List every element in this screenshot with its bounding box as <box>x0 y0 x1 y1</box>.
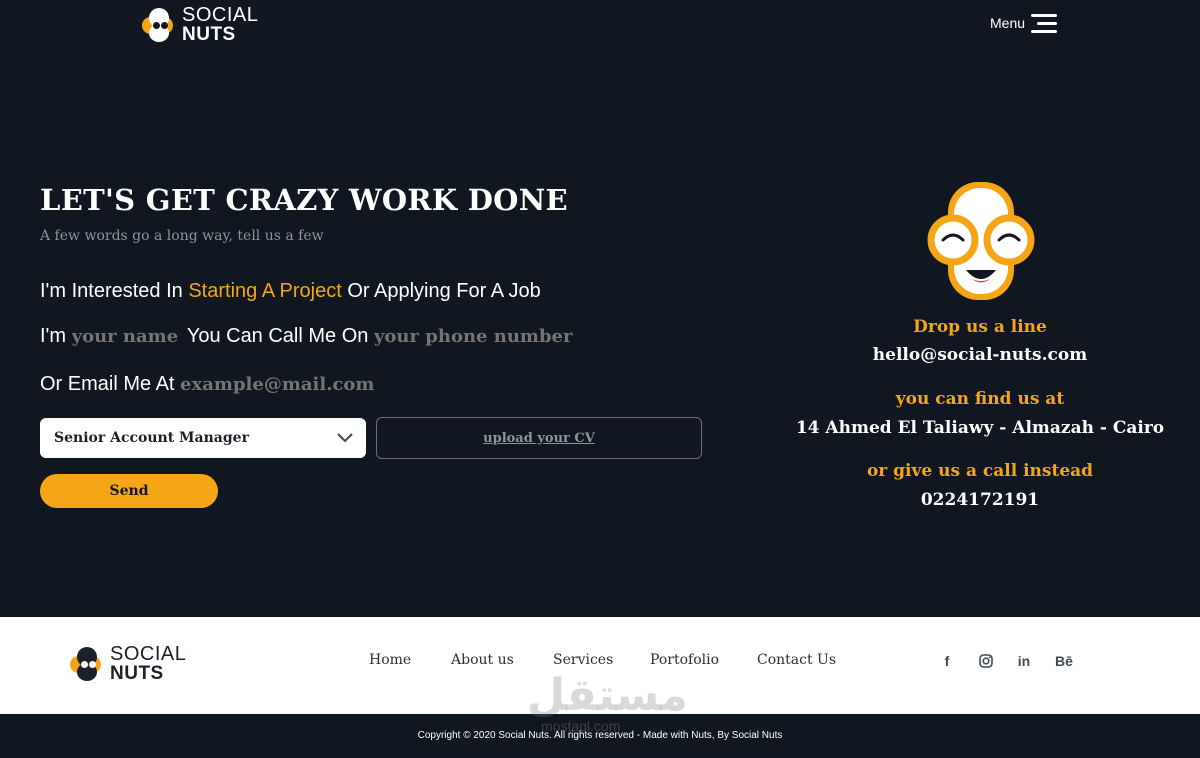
upload-cv-label: upload your CV <box>483 430 595 446</box>
page-headline: LET'S GET CRAZY WORK DONE <box>40 183 568 217</box>
name-input[interactable] <box>71 326 182 347</box>
footer-nav-home[interactable]: Home <box>369 652 411 668</box>
footer-nav-services[interactable]: Services <box>553 652 613 668</box>
footer-logo-social: SOCIAL <box>110 643 187 665</box>
contact-email[interactable]: hello@social-nuts.com <box>780 345 1180 365</box>
contact-phone[interactable]: 0224172191 <box>780 490 1180 510</box>
send-button[interactable]: Send <box>40 474 218 508</box>
footer-nav-portfolio[interactable]: Portofolio <box>650 652 719 668</box>
drop-line-label: Drop us a line <box>913 317 1047 337</box>
nut-mascot-icon <box>927 182 1035 300</box>
menu-label: Menu <box>990 15 1026 31</box>
logo-text-nuts: NUTS <box>182 24 236 45</box>
contact-address: 14 Ahmed El Taliawy - Almazah - Cairo <box>795 418 1165 438</box>
chevron-down-icon <box>337 433 353 443</box>
instagram-icon[interactable] <box>978 653 994 669</box>
nut-logo-icon <box>142 7 176 42</box>
position-selected-value: Senior Account Manager <box>54 430 249 446</box>
footer-logo[interactable]: SOCIAL NUTS <box>70 644 186 683</box>
find-us-label: you can find us at <box>895 389 1065 409</box>
interest-sentence: I'm Interested In Starting A Project Or … <box>40 280 541 303</box>
interest-prefix: I'm Interested In <box>40 280 183 302</box>
name-phone-sentence: I'm You Can Call Me On <box>40 325 574 348</box>
upload-cv-button[interactable]: upload your CV <box>376 417 702 459</box>
footer-nav-about[interactable]: About us <box>451 652 514 668</box>
hamburger-icon <box>1029 12 1058 34</box>
phone-input[interactable] <box>373 326 574 347</box>
brand-logo[interactable]: SOCIAL NUTS <box>142 5 258 44</box>
email-input[interactable] <box>180 374 391 395</box>
menu-button[interactable]: Menu <box>990 12 1058 34</box>
footer: SOCIAL NUTS Home About us Services Porto… <box>0 617 1200 714</box>
email-prefix: Or Email Me At <box>40 373 175 395</box>
footer-logo-nuts: NUTS <box>110 663 164 684</box>
footer-nav-contact[interactable]: Contact Us <box>757 652 836 668</box>
call-label: or give us a call instead <box>866 461 1094 481</box>
page-subline: A few words go a long way, tell us a few <box>40 228 324 244</box>
email-sentence: Or Email Me At <box>40 373 391 396</box>
nut-logo-icon <box>70 646 104 681</box>
position-select[interactable]: Senior Account Manager <box>40 418 366 458</box>
behance-icon[interactable]: Bē <box>1054 653 1074 669</box>
option-starting-project[interactable]: Starting A Project <box>188 280 341 302</box>
logo-text-social: SOCIAL <box>182 4 259 26</box>
linkedin-icon[interactable]: in <box>1016 653 1032 669</box>
name-prefix: I'm <box>40 325 67 347</box>
facebook-icon[interactable]: f <box>939 653 955 669</box>
copyright-text: Copyright © 2020 Social Nuts. All rights… <box>417 730 783 741</box>
copyright-bar: Copyright © 2020 Social Nuts. All rights… <box>0 714 1200 758</box>
option-applying-job[interactable]: Or Applying For A Job <box>347 280 540 302</box>
phone-prefix: You Can Call Me On <box>186 325 369 347</box>
